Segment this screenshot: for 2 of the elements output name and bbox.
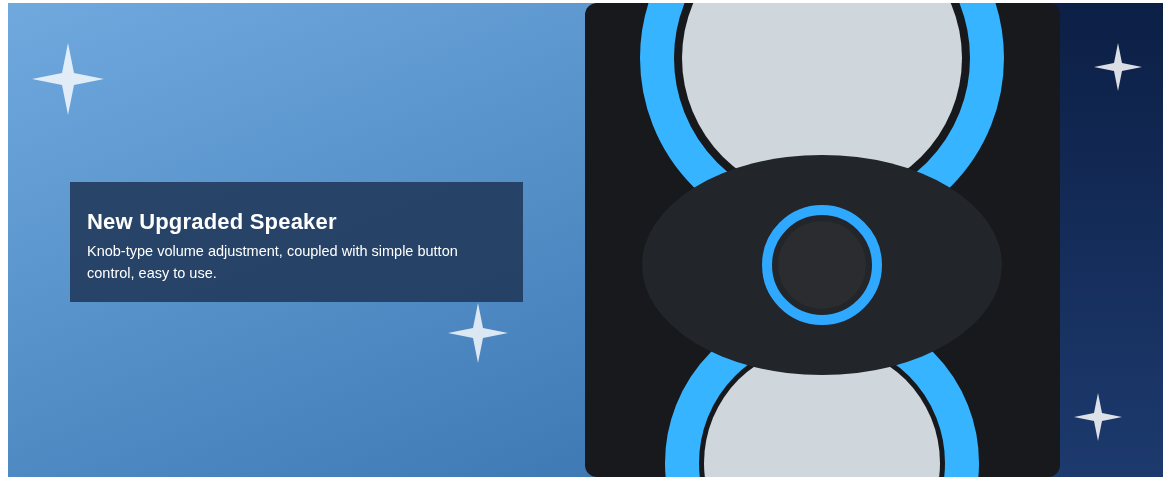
overlay-text: Knob-type volume adjustment, coupled with simple button control, easy to use. bbox=[87, 242, 459, 283]
overlay-title: New Upgraded Speaker bbox=[87, 208, 338, 236]
